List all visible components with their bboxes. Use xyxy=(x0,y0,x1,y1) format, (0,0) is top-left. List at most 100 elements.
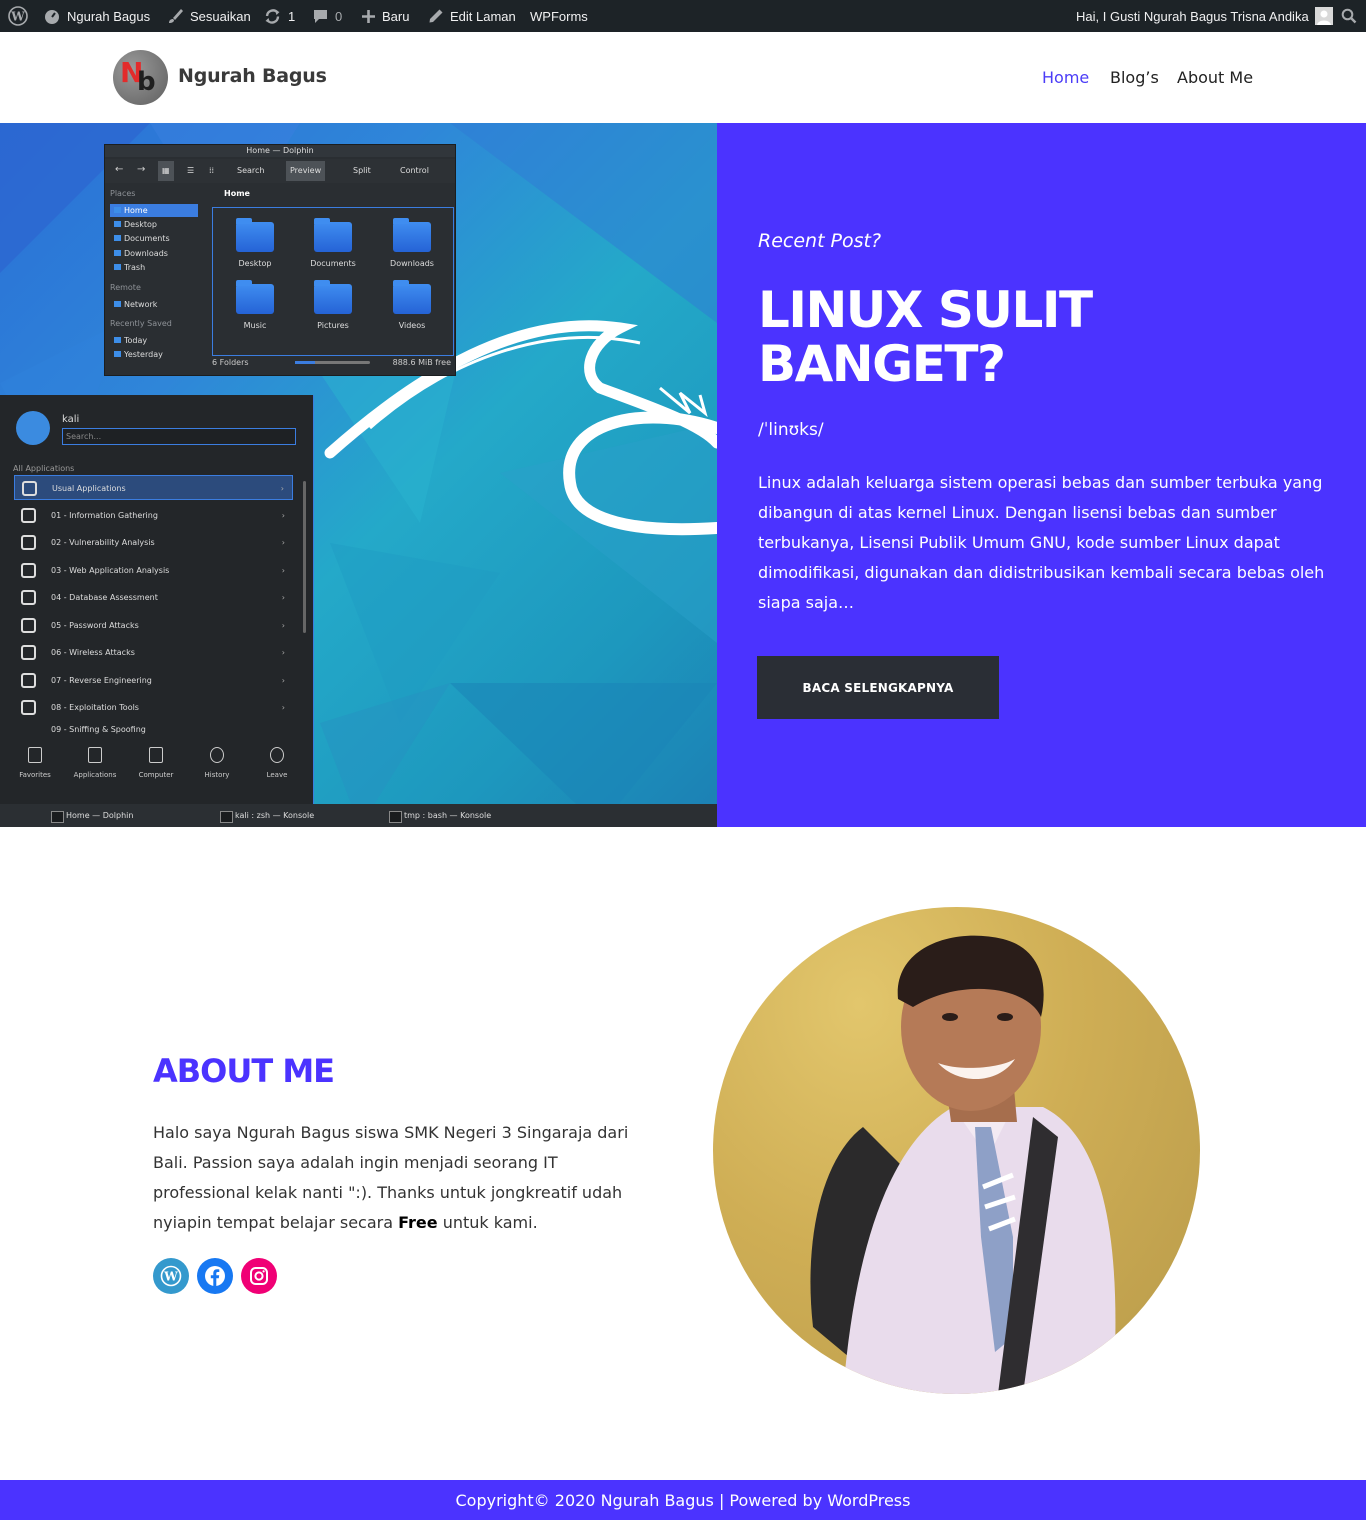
site-header: N b Ngurah Bagus Home Blog’s About Me xyxy=(0,32,1366,123)
hero-image: Home — Dolphin ← → ▦ ☰ ⁞⁞ Search Preview… xyxy=(0,123,717,827)
nav-home[interactable]: Home xyxy=(1042,68,1089,87)
chevron-right-icon: › xyxy=(281,566,285,575)
kali-avatar xyxy=(16,411,50,445)
site-logo[interactable]: N b xyxy=(113,50,168,105)
dolphin-search-button: Search xyxy=(237,166,265,175)
kali-search-field: Search... xyxy=(62,428,296,445)
folder-icon xyxy=(393,218,431,252)
folder-item: Music xyxy=(225,280,285,330)
chevron-right-icon: › xyxy=(281,648,285,657)
bookmark-icon xyxy=(28,747,42,763)
chevron-right-icon: › xyxy=(281,621,285,630)
app-category-icon xyxy=(21,700,36,715)
dashboard-icon xyxy=(45,10,59,24)
kali-footer-label: Applications xyxy=(73,771,117,779)
folder-item: Documents xyxy=(303,218,363,268)
user-avatar-icon xyxy=(1314,7,1333,25)
kali-footer-label: History xyxy=(204,771,230,779)
chevron-right-icon: › xyxy=(281,511,285,520)
app-category-icon xyxy=(21,535,36,550)
chevron-right-icon: › xyxy=(280,484,284,493)
kali-footer-tab: Favorites xyxy=(5,740,65,779)
dolphin-titlebar: Home — Dolphin xyxy=(105,145,455,157)
place-item: Desktop xyxy=(110,218,198,231)
app-category-icon xyxy=(21,590,36,605)
admin-account-menu[interactable]: Hai, I Gusti Ngurah Bagus Trisna Andika xyxy=(1076,0,1333,32)
place-item: Documents xyxy=(110,232,198,245)
kali-menu-item-label: 06 - Wireless Attacks xyxy=(51,648,135,657)
instagram-icon xyxy=(250,1267,268,1285)
about-text-part: untuk kami. xyxy=(437,1213,538,1232)
kali-menu-item: 06 - Wireless Attacks › xyxy=(14,640,293,665)
kali-scrollbar xyxy=(303,481,306,633)
brush-icon xyxy=(169,9,183,23)
wordpress-menu-button[interactable]: W xyxy=(8,0,28,32)
instagram-social-link[interactable] xyxy=(241,1258,277,1294)
app-category-icon xyxy=(22,481,37,496)
kali-menu-footer: Favorites Applications Computer History … xyxy=(0,740,312,795)
hero-section: Home — Dolphin ← → ▦ ☰ ⁞⁞ Search Preview… xyxy=(0,123,1366,827)
kali-footer-tab: Computer xyxy=(126,740,186,779)
kali-footer-tab: Applications xyxy=(65,740,125,779)
kali-menu-item-label: 02 - Vulnerability Analysis xyxy=(51,538,155,547)
dolphin-free-space: 888.6 MiB free xyxy=(392,358,451,367)
recent-heading: Recently Saved xyxy=(110,319,172,328)
admin-edit-page-link[interactable]: Edit Laman xyxy=(428,0,516,32)
kali-footer-label: Leave xyxy=(266,771,288,779)
wordpress-logo-icon: W xyxy=(8,6,28,26)
admin-new-link[interactable]: Baru xyxy=(361,0,409,32)
hero-title: LINUX SULIT BANGET? xyxy=(758,283,1178,391)
admin-site-name: Ngurah Bagus xyxy=(67,8,151,24)
admin-search-button[interactable] xyxy=(1341,0,1357,32)
chevron-right-icon: › xyxy=(281,676,285,685)
folder-icon xyxy=(236,280,274,314)
kali-menu-item: 03 - Web Application Analysis › xyxy=(14,558,293,583)
svg-text:W: W xyxy=(10,10,25,24)
nav-about-me[interactable]: About Me xyxy=(1177,68,1253,87)
footer-copyright: Copyright© 2020 Ngurah Bagus | Powered b… xyxy=(455,1490,911,1510)
clock-icon xyxy=(210,747,224,763)
hero-content: Recent Post? LINUX SULIT BANGET? /ˈlinʊk… xyxy=(717,123,1366,827)
admin-updates-link[interactable]: 1 xyxy=(263,0,295,32)
wordpress-social-link[interactable]: W xyxy=(153,1258,189,1294)
svg-text:W: W xyxy=(163,1270,178,1284)
read-more-button[interactable]: BACA SELENGKAPNYA xyxy=(757,656,999,719)
site-title[interactable]: Ngurah Bagus xyxy=(178,65,327,87)
icon-view-icon: ▦ xyxy=(158,161,174,181)
place-item: Home xyxy=(110,204,198,217)
facebook-social-link[interactable] xyxy=(197,1258,233,1294)
kali-menu-item-label: 09 - Sniffing & Spoofing xyxy=(51,725,146,734)
admin-wpforms-link[interactable]: WPForms xyxy=(530,0,588,32)
folder-icon xyxy=(393,280,431,314)
folder-label: Documents xyxy=(310,259,356,268)
dolphin-status: 6 Folders xyxy=(212,358,249,367)
detail-view-icon: ⁞⁞ xyxy=(209,166,215,175)
kali-menu-item: 08 - Exploitation Tools › xyxy=(14,695,293,720)
kali-menu-item-label: 03 - Web Application Analysis xyxy=(51,566,170,575)
folder-icon xyxy=(314,218,352,252)
plus-icon xyxy=(362,9,375,23)
dolphin-control-button: Control xyxy=(400,166,429,175)
admin-comments-link[interactable]: 0 xyxy=(312,0,342,32)
nav-blogs[interactable]: Blog’s xyxy=(1110,68,1159,87)
dolphin-breadcrumb: Home xyxy=(224,189,250,198)
kali-username: kali xyxy=(62,414,80,425)
kali-all-apps-label: All Applications xyxy=(13,464,75,473)
kali-menu-item-label: Usual Applications xyxy=(52,484,126,493)
folder-item: Downloads xyxy=(382,218,442,268)
admin-customize-link[interactable]: Sesuaikan xyxy=(166,0,251,32)
kali-footer-tab: Leave xyxy=(247,740,307,779)
back-arrow-icon: ← xyxy=(115,164,124,175)
app-category-icon xyxy=(21,563,36,578)
dolphin-window: Home — Dolphin ← → ▦ ☰ ⁞⁞ Search Preview… xyxy=(104,144,456,376)
admin-site-link[interactable]: Ngurah Bagus xyxy=(43,0,150,32)
updates-count: 1 xyxy=(288,8,296,24)
app-category-icon xyxy=(21,618,36,633)
hero-title-line: LINUX SULIT xyxy=(758,281,1093,339)
site-footer: Copyright© 2020 Ngurah Bagus | Powered b… xyxy=(0,1480,1366,1520)
place-item: Network xyxy=(110,298,198,311)
admin-wpforms-label: WPForms xyxy=(530,8,588,24)
computer-icon xyxy=(149,747,163,763)
kali-menu-item: 02 - Vulnerability Analysis › xyxy=(14,530,293,555)
comments-count: 0 xyxy=(335,8,343,24)
